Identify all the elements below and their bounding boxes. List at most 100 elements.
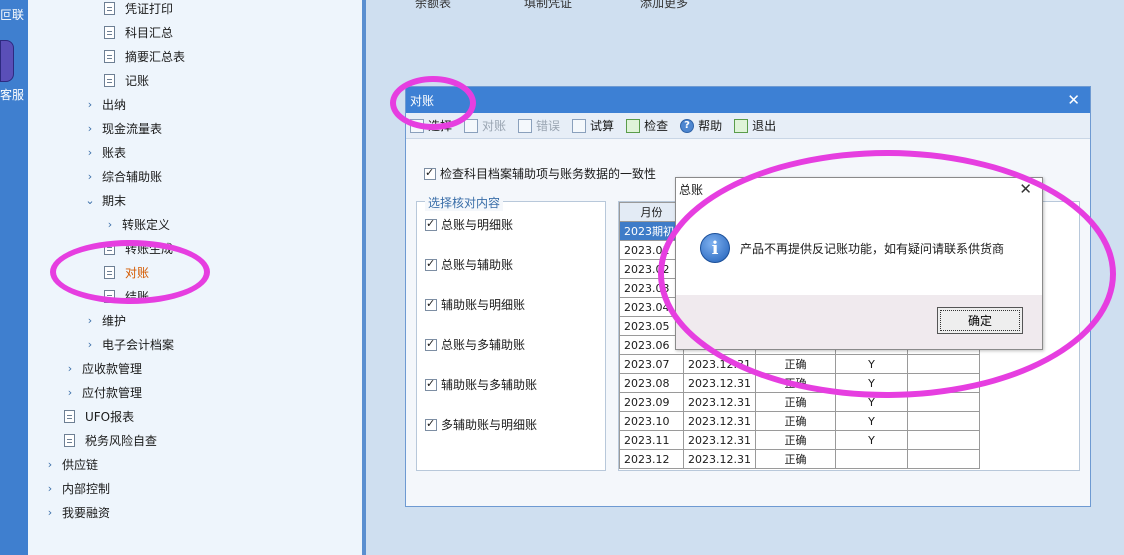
option-label: 总账与辅助账 bbox=[441, 258, 514, 272]
chevron-right-icon[interactable]: › bbox=[84, 314, 96, 327]
chevron-right-icon[interactable]: › bbox=[84, 338, 96, 351]
tree-item[interactable]: › 应收款管理 bbox=[64, 358, 142, 378]
chevron-right-icon[interactable]: › bbox=[44, 458, 56, 471]
tree-item[interactable]: UFO报表 bbox=[64, 406, 134, 426]
left-app-strip: 叵联 客服 bbox=[0, 0, 28, 555]
checkbox-checked-icon[interactable] bbox=[425, 257, 437, 271]
tree-item-label: 期末 bbox=[102, 193, 127, 208]
grid-cell: Y bbox=[835, 392, 908, 412]
checkbox-checked-icon[interactable] bbox=[424, 166, 436, 180]
chevron-right-icon[interactable]: › bbox=[64, 386, 76, 399]
tree-item[interactable]: › 综合辅助账 bbox=[84, 166, 162, 186]
tree-item[interactable]: 对账 bbox=[104, 262, 149, 282]
table-row[interactable]: 2023.11 2023.12.31 正确 Y bbox=[619, 430, 980, 450]
ok-button[interactable]: 确定 bbox=[937, 307, 1023, 334]
tree-item[interactable]: › 应付款管理 bbox=[64, 382, 142, 402]
chevron-right-icon[interactable]: › bbox=[84, 146, 96, 159]
consistency-check[interactable]: 检查科目档案辅助项与账务数据的一致性 bbox=[424, 165, 656, 182]
tree-item[interactable]: › 维护 bbox=[84, 310, 126, 330]
grid-cell: 正确 bbox=[755, 354, 836, 374]
check-content-option[interactable]: 辅助账与多辅助账 bbox=[425, 376, 537, 393]
tree-splitter[interactable] bbox=[362, 0, 366, 555]
tree-item[interactable]: 转账生成 bbox=[104, 238, 173, 258]
grid-cell: 2023.07 bbox=[619, 354, 684, 374]
table-row[interactable]: 2023.07 2023.12.31 正确 Y bbox=[619, 354, 980, 374]
document-icon bbox=[64, 409, 75, 423]
table-row[interactable]: 2023.12 2023.12.31 正确 bbox=[619, 449, 980, 469]
grid-cell bbox=[907, 354, 980, 374]
service-icon[interactable] bbox=[0, 40, 14, 82]
checkbox-checked-icon[interactable] bbox=[425, 217, 437, 231]
tree-item-label: 摘要汇总表 bbox=[125, 49, 186, 64]
error-icon bbox=[518, 118, 533, 133]
grid-cell: Y bbox=[835, 430, 908, 450]
chevron-right-icon[interactable]: › bbox=[84, 170, 96, 183]
message-body: i 产品不再提供反记账功能，如有疑问请联系供货商 bbox=[676, 200, 1042, 295]
toolbar-button[interactable]: 试算 bbox=[572, 117, 614, 134]
checkbox-checked-icon[interactable] bbox=[425, 377, 437, 391]
chevron-down-icon[interactable]: ⌄ bbox=[84, 194, 96, 207]
grid-cell: 2023期初 bbox=[619, 221, 684, 241]
tree-item[interactable]: 记账 bbox=[104, 70, 149, 90]
message-box: 总账 ✕ i 产品不再提供反记账功能，如有疑问请联系供货商 确定 bbox=[675, 177, 1043, 350]
tree-item-label: 记账 bbox=[125, 73, 150, 88]
grid-cell: 2023.01 bbox=[619, 240, 684, 260]
tree-item[interactable]: 凭证打印 bbox=[104, 0, 173, 18]
table-row[interactable]: 2023.10 2023.12.31 正确 Y bbox=[619, 411, 980, 431]
chevron-right-icon[interactable]: › bbox=[104, 218, 116, 231]
close-icon[interactable]: ✕ bbox=[1067, 91, 1080, 109]
toolbar-button[interactable]: 检查 bbox=[626, 117, 668, 134]
dialog-title-bar[interactable]: 对账 ✕ bbox=[406, 87, 1090, 113]
tree-item-label: 我要融资 bbox=[62, 505, 111, 520]
tree-item[interactable]: › 内部控制 bbox=[44, 478, 110, 498]
toolbar-button[interactable]: ? 帮助 bbox=[680, 117, 722, 134]
tree-item[interactable]: 科目汇总 bbox=[104, 22, 173, 42]
document-icon bbox=[64, 433, 75, 447]
check-content-option[interactable]: 多辅助账与明细账 bbox=[425, 416, 537, 433]
chevron-right-icon[interactable]: › bbox=[44, 506, 56, 519]
check-content-option[interactable]: 总账与多辅助账 bbox=[425, 336, 525, 353]
grid-cell: 2023.12.31 bbox=[683, 411, 756, 431]
top-link-voucher[interactable]: 填制凭证 bbox=[524, 0, 572, 11]
check-content-option[interactable]: 总账与辅助账 bbox=[425, 256, 513, 273]
tree-item[interactable]: › 电子会计档案 bbox=[84, 334, 174, 354]
check-content-option[interactable]: 总账与明细账 bbox=[425, 216, 513, 233]
toolbar-button[interactable]: 选择 bbox=[410, 117, 452, 134]
option-label: 总账与明细账 bbox=[441, 218, 514, 232]
tree-item-label: 结账 bbox=[125, 289, 150, 304]
chevron-right-icon[interactable]: › bbox=[64, 362, 76, 375]
message-title-bar[interactable]: 总账 ✕ bbox=[676, 178, 1042, 200]
document-icon bbox=[104, 289, 115, 303]
grid-cell: 2023.12.31 bbox=[683, 392, 756, 412]
check-content-option[interactable]: 辅助账与明细账 bbox=[425, 296, 525, 313]
table-row[interactable]: 2023.08 2023.12.31 正确 Y bbox=[619, 373, 980, 393]
document-icon bbox=[104, 265, 115, 279]
tree-item[interactable]: 税务风险自查 bbox=[64, 430, 157, 450]
tree-item[interactable]: › 转账定义 bbox=[104, 214, 170, 234]
tree-item[interactable]: › 供应链 bbox=[44, 454, 98, 474]
grid-cell: 2023.12.31 bbox=[683, 373, 756, 393]
tree-item[interactable]: › 账表 bbox=[84, 142, 126, 162]
tree-item[interactable]: 结账 bbox=[104, 286, 149, 306]
grid-cell: 2023.12 bbox=[619, 449, 684, 469]
grid-cell: 2023.03 bbox=[619, 278, 684, 298]
tree-item[interactable]: ⌄ 期末 bbox=[84, 190, 126, 210]
toolbar-button[interactable]: 退出 bbox=[734, 117, 776, 134]
check-content-group: 选择核对内容 总账与明细账总账与辅助账辅助账与明细账总账与多辅助账辅助账与多辅助… bbox=[416, 194, 606, 471]
tree-item[interactable]: › 现金流量表 bbox=[84, 118, 162, 138]
chevron-right-icon[interactable]: › bbox=[84, 98, 96, 111]
top-link-balance[interactable]: 余额表 bbox=[415, 0, 451, 11]
tree-item[interactable]: › 出纳 bbox=[84, 94, 126, 114]
top-link-add-more[interactable]: 添加更多 bbox=[640, 0, 688, 11]
close-icon[interactable]: ✕ bbox=[1019, 180, 1032, 198]
table-row[interactable]: 2023.09 2023.12.31 正确 Y bbox=[619, 392, 980, 412]
checkbox-checked-icon[interactable] bbox=[425, 417, 437, 431]
tree-item[interactable]: 摘要汇总表 bbox=[104, 46, 185, 66]
exit-icon bbox=[734, 118, 749, 133]
tree-item[interactable]: › 我要融资 bbox=[44, 502, 110, 522]
checkbox-checked-icon[interactable] bbox=[425, 297, 437, 311]
chevron-right-icon[interactable]: › bbox=[44, 482, 56, 495]
toolbar-button-label: 检查 bbox=[644, 119, 669, 133]
chevron-right-icon[interactable]: › bbox=[84, 122, 96, 135]
checkbox-checked-icon[interactable] bbox=[425, 337, 437, 351]
